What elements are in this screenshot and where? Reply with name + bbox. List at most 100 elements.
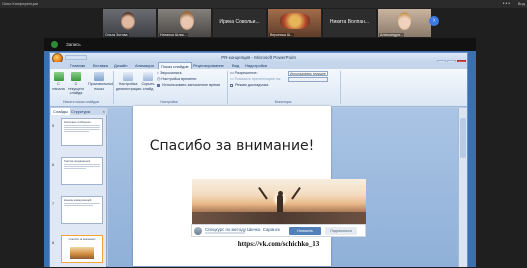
participant-name: Ирина Совольи... (219, 19, 260, 25)
text-line (64, 131, 90, 132)
custom-show-icon (94, 72, 104, 81)
use-timings-label: Использовать записанное время (162, 83, 220, 87)
vertical-scrollbar[interactable] (458, 108, 467, 267)
tab-animation[interactable]: Анимация (133, 62, 156, 69)
resolution-label: Разрешение: (234, 71, 258, 75)
text-line (64, 166, 100, 167)
participant-video-icon (121, 12, 135, 30)
tab-design[interactable]: Дизайн (112, 62, 129, 69)
slide-thumbnail[interactable]: Каналы коммуникаций (61, 196, 103, 224)
conference-titlebar: Окно Конференции ••• Вид (0, 0, 527, 8)
record-narration-button[interactable]: ♪ Звукозапись (157, 71, 182, 76)
participant-name: Наталья Шлик... (159, 33, 188, 37)
resolution-icon: ▭ (230, 71, 234, 75)
ribbon-divider (340, 71, 341, 104)
participant-video-icon (180, 11, 194, 30)
ppt-window-title: PR-концепция - Microsoft PowerPoint (221, 55, 296, 60)
participant-name: Вероника Ш... (269, 33, 295, 37)
resolution-dropdown[interactable]: Использовать текущее (288, 71, 328, 76)
show-on-label: Показать презентацию на: (234, 77, 282, 81)
hide-slide-button[interactable]: Скрыть слайд (141, 72, 155, 91)
setup-show-button[interactable]: Настройка демонстрации (116, 72, 141, 91)
slide-number: 8 (52, 241, 55, 245)
show-on-row: ▭ Показать презентацию на: (230, 77, 281, 82)
slide-title: Спасибо за внимание! (149, 138, 315, 154)
pane-tabs: Слайды Структура × (50, 108, 107, 115)
timings-label: Настройка времени (161, 77, 197, 81)
text-line (64, 125, 100, 126)
participant-tile[interactable]: Ирина Совольи... (213, 9, 266, 37)
next-participants-button[interactable]: › (429, 16, 439, 26)
view-menu-button[interactable]: Вид (518, 0, 525, 8)
vk-community-card: Спецкурс по методу Шичко. Саранск Написа… (191, 224, 366, 237)
slide-number: 7 (52, 202, 55, 206)
group-setup: Настройка (160, 100, 178, 104)
thumbnail-title: Спасибо за внимание! (68, 238, 96, 241)
participant-tile[interactable]: Вероника Ш... (268, 9, 321, 37)
participant-tile[interactable]: Наталья Шлик... (158, 9, 211, 37)
ribbon-tabs: Главная Вставка Дизайн Анимация Показ сл… (50, 62, 467, 70)
subscribe-button: Подписаться (325, 227, 357, 235)
thumbnail-title: Каналы коммуникаций (64, 199, 92, 202)
record-label: Звукозапись (159, 71, 182, 75)
record-icon: ♪ (157, 71, 159, 75)
participant-name: Ольга Зотова (104, 33, 129, 37)
vk-link-text: https://vk.com/schichko_13 (237, 240, 320, 248)
community-subtitle-line (205, 232, 245, 234)
app-icon[interactable] (51, 41, 58, 48)
tab-review[interactable]: Рецензирование (191, 62, 226, 69)
scrollbar-thumb[interactable] (460, 118, 466, 158)
hide-slide-label: Скрыть слайд (141, 82, 155, 91)
slide-thumbnail[interactable]: Тактика продвижения (61, 157, 103, 185)
hills (192, 212, 366, 224)
community-avatar (194, 227, 202, 235)
text-line (64, 164, 100, 165)
quick-access-toolbar[interactable] (65, 55, 87, 60)
message-button: Написать (289, 227, 321, 235)
resolution-label-row: ▭ Разрешение: (230, 71, 258, 76)
clock-icon: ◷ (157, 77, 161, 81)
tab-insert[interactable]: Вставка (91, 62, 110, 69)
close-pane-icon[interactable]: × (103, 108, 105, 115)
ppt-titlebar: PR-концепция - Microsoft PowerPoint –□× (50, 53, 467, 67)
monitor-icon: ▭ (230, 77, 234, 81)
checkbox-icon (230, 83, 233, 87)
group-monitors: Мониторы (274, 100, 292, 104)
play-icon (53, 72, 64, 81)
group-start: Начать показ слайдов (63, 100, 99, 104)
tab-home[interactable]: Главная (68, 62, 87, 69)
taskbar-label: Запись (66, 42, 81, 47)
from-start-button[interactable]: С начала (52, 72, 65, 91)
tab-addins[interactable]: Надстройки (243, 62, 269, 69)
thumbnail-image (70, 247, 94, 259)
tab-outline[interactable]: Структура (69, 108, 92, 115)
participant-video-icon (398, 12, 411, 30)
custom-show-button[interactable]: Произвольный показ (88, 72, 114, 91)
conference-title: Окно Конференции (2, 1, 39, 6)
participant-tile[interactable]: Ольга Зотова (103, 9, 156, 37)
slide-number: 5 (52, 124, 55, 128)
slide-thumbnail-selected[interactable]: Спасибо за внимание! (61, 235, 103, 263)
tab-slides[interactable]: Слайды (51, 108, 70, 115)
presenter-view-checkbox[interactable]: Режим докладчика (230, 83, 268, 88)
text-line (64, 205, 93, 206)
participant-tile[interactable]: Александра... (378, 9, 431, 37)
slide-thumbnail[interactable]: Ключевые сообщения (61, 118, 103, 146)
sunset-photo (192, 179, 366, 224)
text-line (64, 127, 100, 128)
participant-name: Никита Волпан... (329, 19, 370, 25)
show-on-dropdown[interactable] (288, 77, 328, 82)
from-start-label: С начала (52, 82, 65, 91)
more-options-icon[interactable]: ••• (503, 1, 511, 7)
tab-view[interactable]: Вид (230, 62, 241, 69)
setup-icon (123, 72, 133, 81)
from-current-button[interactable]: С текущего слайда (67, 72, 85, 96)
thumbnail-title: Тактика продвижения (64, 160, 91, 163)
hide-slide-icon (143, 72, 153, 81)
use-timings-checkbox[interactable]: Использовать записанное время (157, 83, 220, 88)
rehearse-timings-button[interactable]: ◷ Настройка времени (157, 77, 196, 82)
thumbnail-title: Ключевые сообщения (64, 121, 91, 124)
taskbar: Запись (44, 38, 476, 51)
participant-tile[interactable]: Никита Волпан... (323, 9, 376, 37)
checkbox-icon (157, 83, 160, 87)
